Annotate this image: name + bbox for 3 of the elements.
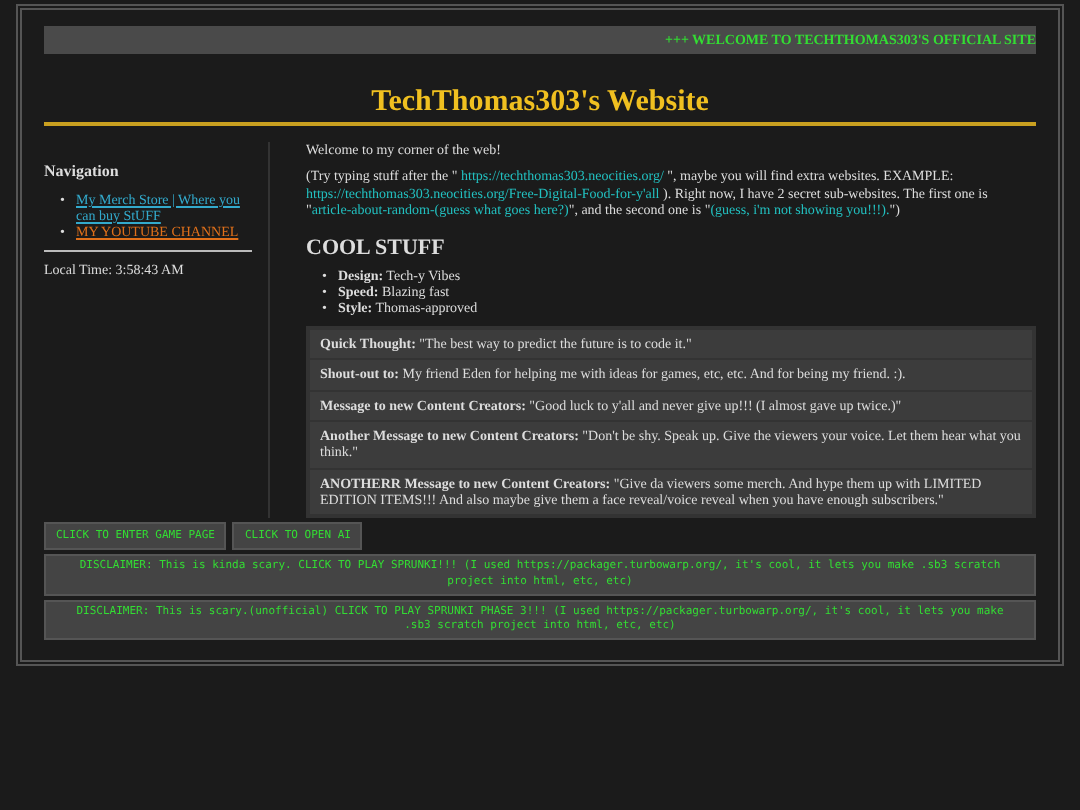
navigation-heading: Navigation: [44, 162, 121, 180]
section-heading: COOL STUFF: [306, 235, 447, 260]
site-title: TechThomas303's Website: [44, 86, 1036, 126]
